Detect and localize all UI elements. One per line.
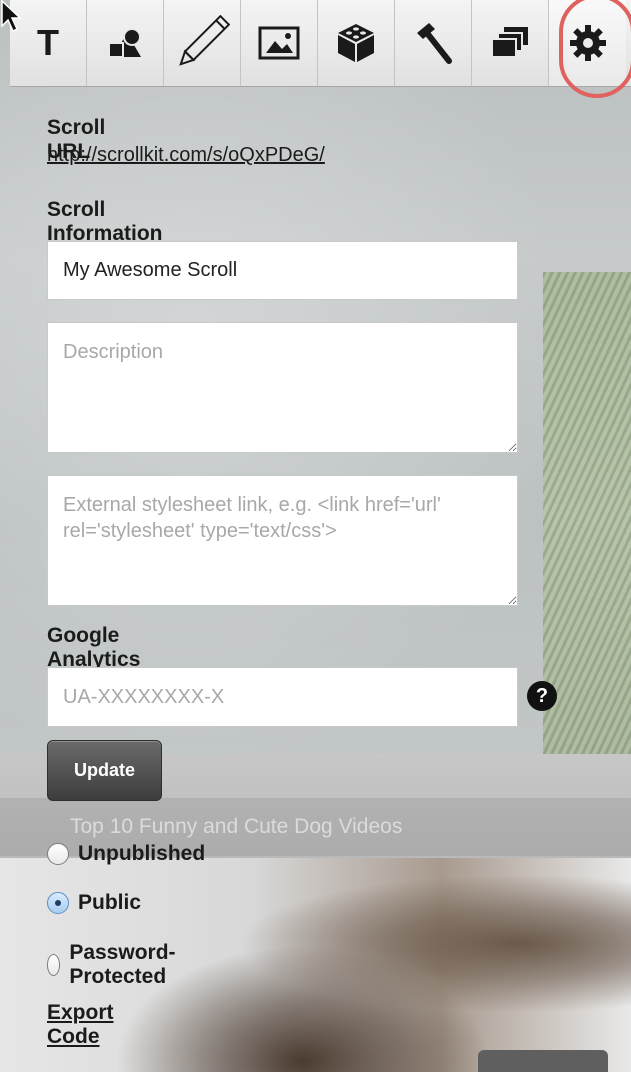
layers-icon	[491, 27, 528, 58]
hammer-tool-button[interactable]	[395, 0, 472, 86]
shapes-tool-button[interactable]	[87, 0, 164, 86]
unpublished-radio[interactable]	[47, 843, 69, 865]
password-protected-option[interactable]: Password-Protected	[47, 941, 184, 989]
public-radio[interactable]	[47, 892, 69, 914]
analytics-id-input[interactable]	[47, 667, 518, 727]
password-protected-label: Password-Protected	[69, 941, 176, 988]
password-protected-radio[interactable]	[47, 954, 61, 976]
pencil-icon	[179, 15, 230, 66]
background-caption: Top 10 Funny and Cute Dog Videos	[70, 815, 403, 838]
mouse-cursor-icon	[1, 0, 22, 33]
update-button[interactable]: Update	[47, 740, 162, 801]
image-icon	[258, 26, 300, 60]
title-input[interactable]	[47, 241, 518, 300]
embed-tool-button[interactable]	[318, 0, 395, 86]
public-label: Public	[78, 891, 142, 914]
unpublished-option[interactable]: Unpublished	[47, 842, 205, 866]
unpublished-label: Unpublished	[78, 842, 206, 865]
settings-highlight-ring	[559, 0, 631, 98]
export-code-link[interactable]: Export Code	[47, 1001, 114, 1049]
shapes-icon	[108, 28, 141, 58]
hammer-icon	[417, 23, 452, 64]
background-chip	[478, 1050, 608, 1072]
draw-tool-button[interactable]	[164, 0, 241, 86]
grass-image	[543, 272, 631, 754]
image-tool-button[interactable]	[241, 0, 318, 86]
text-icon: T	[37, 22, 59, 63]
public-option[interactable]: Public	[47, 891, 141, 915]
description-textarea[interactable]	[47, 322, 518, 453]
help-icon[interactable]: ?	[527, 681, 557, 711]
stylesheet-textarea[interactable]	[47, 475, 518, 606]
editor-toolbar: T	[10, 0, 631, 87]
scroll-url-link[interactable]: http://scrollkit.com/s/oQxPDeG/	[47, 144, 325, 167]
layers-tool-button[interactable]	[472, 0, 549, 86]
cube-icon	[338, 24, 374, 62]
